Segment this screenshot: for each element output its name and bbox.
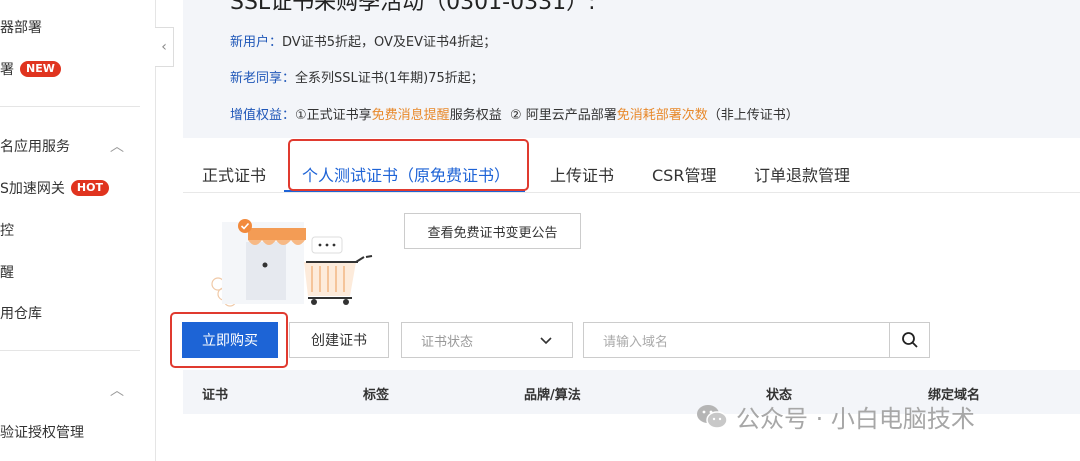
sidebar-item-label: 署 bbox=[0, 62, 14, 78]
tab-official-certs[interactable]: 正式证书 bbox=[202, 162, 266, 186]
create-cert-button[interactable]: 创建证书 bbox=[289, 322, 389, 358]
watermark-text: 公众号 · 小白电脑技术 bbox=[736, 405, 975, 433]
banner-text: 全系列SSL证书(1年期)75折起； bbox=[295, 71, 484, 86]
change-notice-button[interactable]: 查看免费证书变更公告 bbox=[404, 213, 581, 249]
domain-search-input[interactable]: 请输入域名 bbox=[583, 322, 890, 358]
search-button[interactable] bbox=[889, 322, 930, 358]
search-placeholder: 请输入域名 bbox=[603, 334, 669, 350]
banner-text: ② 阿里云产品部署 bbox=[509, 108, 617, 123]
sidebar: 器部署 署 NEW 名应用服务 ︿ S加速网关 HOT 控 醒 用仓库 ︿ 验证授权… bbox=[0, 0, 156, 461]
sidebar-item-server-deploy[interactable]: 器部署 bbox=[0, 17, 42, 37]
chevron-down-icon bbox=[540, 337, 552, 345]
select-placeholder: 证书状态 bbox=[421, 334, 474, 350]
sidebar-item-label: 用仓库 bbox=[0, 306, 42, 322]
banner-label: 增值权益： bbox=[230, 108, 296, 123]
wechat-icon bbox=[697, 404, 728, 429]
shopping-illustration bbox=[211, 219, 373, 307]
banner-highlight: 免费消息提醒 bbox=[371, 108, 450, 123]
buy-now-button[interactable]: 立即购买 bbox=[182, 322, 278, 358]
sidebar-item-monitor[interactable]: 控 bbox=[0, 220, 14, 240]
banner-text: DV证书5折起，OV及EV证书4折起； bbox=[282, 35, 497, 50]
sidebar-divider bbox=[0, 106, 140, 107]
chevron-up-icon[interactable]: ︿ bbox=[110, 380, 124, 400]
sidebar-item-deploy[interactable]: 署 NEW bbox=[0, 59, 61, 79]
banner-text: （非上传证书） bbox=[707, 108, 799, 123]
search-icon bbox=[901, 332, 918, 348]
tab-upload-certs[interactable]: 上传证书 bbox=[550, 162, 614, 186]
cert-status-select[interactable]: 证书状态 bbox=[401, 322, 573, 358]
column-header-cert: 证书 bbox=[202, 388, 229, 403]
banner-line-all-users: 新老同享：全系列SSL证书(1年期)75折起； bbox=[230, 67, 484, 86]
banner-text: ①正式证书享 bbox=[295, 108, 372, 123]
banner-line-benefits: 增值权益：①正式证书享免费消息提醒服务权益 ② 阿里云产品部署免消耗部署次数（非… bbox=[230, 104, 799, 123]
sidebar-item-repository[interactable]: 用仓库 bbox=[0, 303, 42, 323]
tab-csr-management[interactable]: CSR管理 bbox=[652, 162, 716, 186]
sidebar-item-app-service[interactable]: 名应用服务 bbox=[0, 136, 70, 156]
sidebar-item-gateway[interactable]: S加速网关 HOT bbox=[0, 178, 109, 198]
promo-banner: SSL证书采购季活动（0301-0331）: 新用户：DV证书5折起，OV及EV… bbox=[183, 0, 1080, 138]
annotation-box-tab bbox=[288, 139, 529, 191]
sidebar-item-reminder[interactable]: 醒 bbox=[0, 262, 14, 282]
sidebar-collapse-icon[interactable]: ‹ bbox=[155, 27, 174, 67]
banner-label: 新用户： bbox=[230, 35, 283, 50]
sidebar-divider bbox=[0, 350, 140, 351]
sidebar-item-auth-management[interactable]: 验证授权管理 bbox=[0, 422, 84, 442]
banner-line-new-user: 新用户：DV证书5折起，OV及EV证书4折起； bbox=[230, 31, 496, 50]
banner-label: 新老同享： bbox=[230, 71, 296, 86]
new-badge: NEW bbox=[20, 61, 61, 77]
banner-highlight: 免消耗部署次数 bbox=[616, 108, 708, 123]
sidebar-item-label: 名应用服务 bbox=[0, 139, 70, 155]
sidebar-item-label: 验证授权管理 bbox=[0, 425, 84, 441]
tab-refund-management[interactable]: 订单退款管理 bbox=[754, 162, 850, 186]
column-header-tags: 标签 bbox=[363, 388, 390, 403]
chevron-up-icon[interactable]: ︿ bbox=[110, 136, 124, 156]
sidebar-item-label: 控 bbox=[0, 223, 14, 239]
sidebar-item-label: S加速网关 bbox=[0, 181, 65, 197]
column-header-brand: 品牌/算法 bbox=[524, 388, 581, 403]
sidebar-item-label: 醒 bbox=[0, 265, 14, 281]
banner-text: 服务权益 bbox=[449, 108, 502, 123]
banner-title: SSL证书采购季活动（0301-0331）: bbox=[230, 0, 596, 15]
sidebar-item-label: 器部署 bbox=[0, 20, 42, 36]
wechat-watermark: 公众号 · 小白电脑技术 bbox=[696, 399, 975, 434]
hot-badge: HOT bbox=[70, 180, 109, 196]
